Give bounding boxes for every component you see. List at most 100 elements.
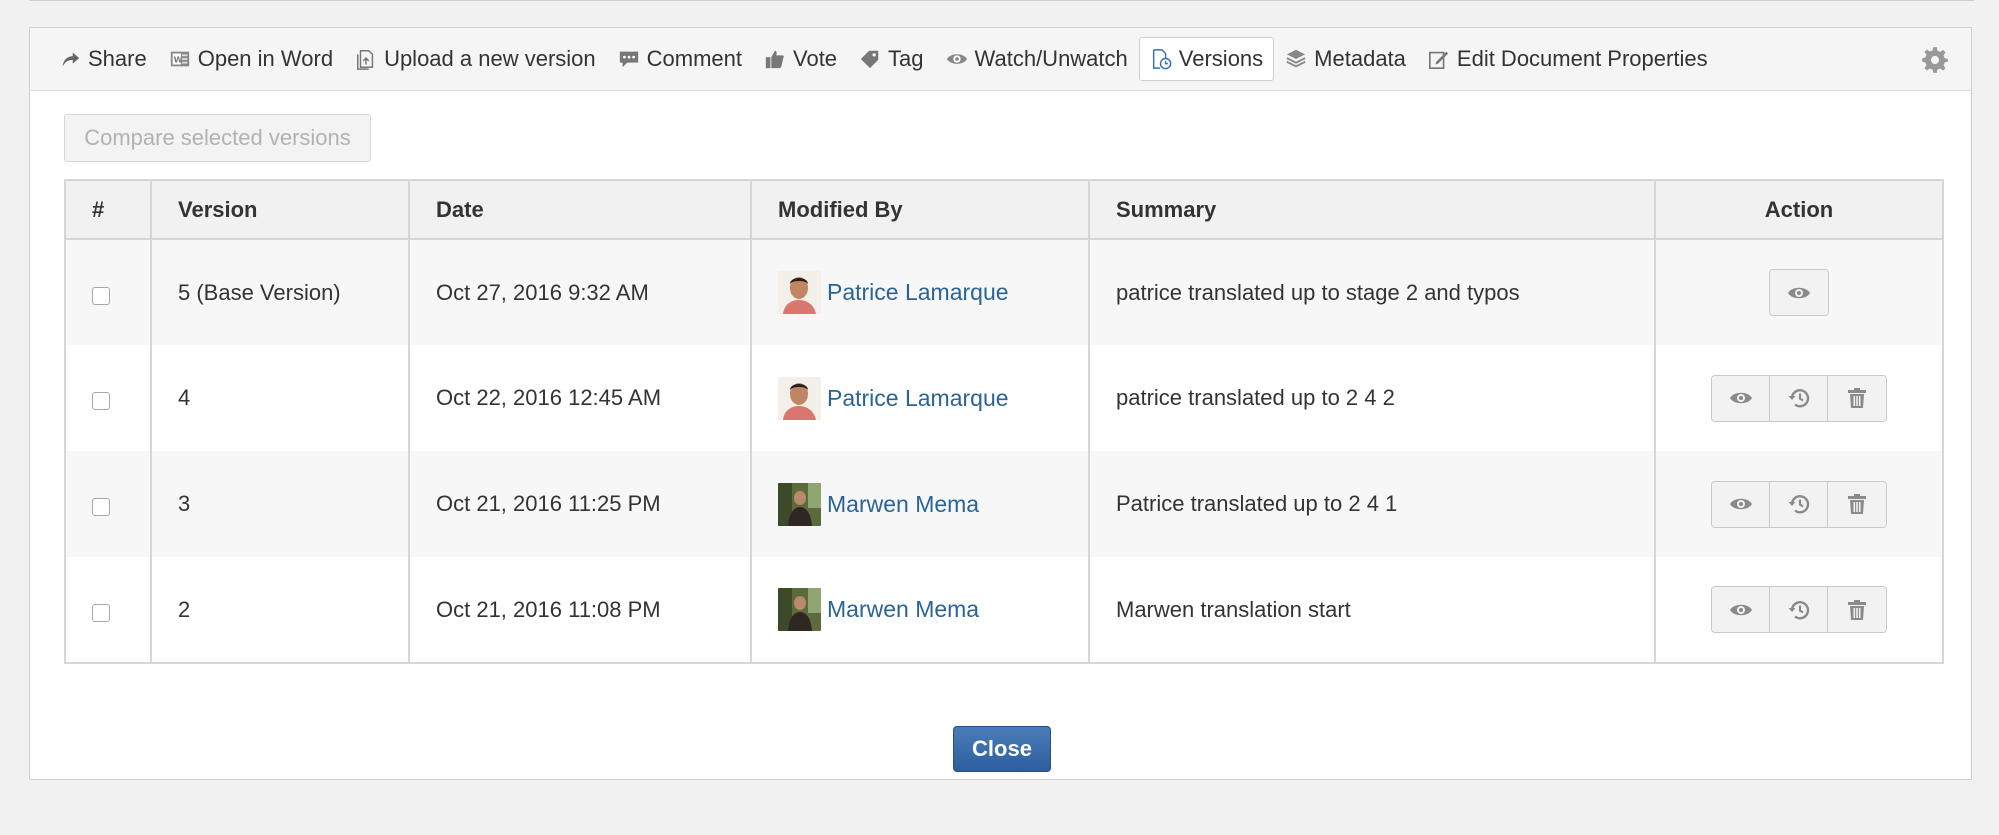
top-divider: [29, 0, 1974, 1]
table-row: 5 (Base Version) Oct 27, 2016 9:32 AM Pa…: [64, 239, 1944, 345]
date-cell: Oct 21, 2016 11:25 PM: [408, 451, 752, 557]
table-header-row: # Version Date Modified By Summary Actio…: [64, 180, 1944, 240]
tag-icon: [858, 47, 882, 71]
upload-version-icon: [354, 47, 378, 71]
row-checkbox[interactable]: [92, 392, 110, 411]
avatar: [778, 271, 821, 314]
view-version-button[interactable]: [1770, 270, 1828, 315]
date-cell: Oct 21, 2016 11:08 PM: [408, 557, 752, 663]
trash-icon: [1848, 494, 1866, 514]
comment-label: Comment: [646, 46, 742, 71]
view-version-button[interactable]: [1712, 587, 1770, 632]
column-header-modified-by: Modified By: [750, 180, 1090, 240]
metadata-icon: [1284, 47, 1308, 71]
open-in-word-label: Open in Word: [197, 46, 334, 71]
restore-version-button[interactable]: [1770, 587, 1828, 632]
vote-label: Vote: [793, 46, 838, 71]
eye-icon: [945, 47, 969, 71]
watch-unwatch-button[interactable]: Watch/Unwatch: [935, 37, 1139, 81]
versions-button[interactable]: Versions: [1138, 37, 1275, 81]
action-button-group: [1769, 269, 1829, 316]
versions-table: # Version Date Modified By Summary Actio…: [64, 179, 1944, 664]
eye-icon: [1729, 604, 1752, 615]
trash-icon: [1848, 599, 1866, 620]
modified-by-cell: Marwen Mema: [750, 451, 1090, 557]
modified-by-cell: Patrice Lamarque: [750, 345, 1090, 451]
user-link[interactable]: Marwen Mema: [827, 596, 979, 623]
view-version-button[interactable]: [1712, 481, 1770, 527]
history-icon: [1788, 600, 1809, 619]
versions-icon: [1149, 47, 1173, 71]
row-checkbox[interactable]: [92, 286, 110, 305]
history-icon: [1788, 389, 1809, 408]
comment-button[interactable]: Comment: [607, 37, 753, 81]
edit-icon: [1427, 47, 1451, 71]
share-icon: [58, 47, 82, 71]
table-row: 2 Oct 21, 2016 11:08 PM Marwen Mema Marw…: [64, 557, 1944, 663]
avatar: [778, 376, 821, 420]
date-cell: Oct 22, 2016 12:45 AM: [408, 345, 752, 451]
document-toolbar: Share W Open in Word Upload a new versio…: [30, 28, 1971, 91]
user-link[interactable]: Marwen Mema: [827, 491, 979, 518]
avatar: [778, 482, 821, 526]
thumbs-up-icon: [763, 47, 787, 71]
svg-text:W: W: [173, 55, 182, 65]
column-header-action: Action: [1654, 180, 1944, 240]
summary-cell: patrice translated up to 2 4 2: [1088, 345, 1656, 451]
table-row: 4 Oct 22, 2016 12:45 AM Patrice Lamarque…: [64, 345, 1944, 451]
view-version-button[interactable]: [1712, 375, 1770, 421]
version-cell: 5 (Base Version): [150, 239, 410, 345]
row-checkbox[interactable]: [92, 498, 110, 517]
column-header-summary: Summary: [1088, 180, 1656, 240]
edit-document-properties-button[interactable]: Edit Document Properties: [1417, 37, 1719, 81]
restore-version-button[interactable]: [1770, 375, 1828, 421]
row-select-cell: [64, 451, 152, 557]
upload-version-label: Upload a new version: [384, 46, 596, 71]
delete-version-button[interactable]: [1828, 375, 1886, 421]
action-cell: [1654, 451, 1944, 557]
column-header-version: Version: [150, 180, 410, 240]
user-link[interactable]: Patrice Lamarque: [827, 279, 1009, 306]
metadata-label: Metadata: [1314, 46, 1406, 71]
summary-cell: Marwen translation start: [1088, 557, 1656, 663]
modified-by-cell: Patrice Lamarque: [750, 239, 1090, 345]
close-button[interactable]: Close: [953, 726, 1051, 772]
metadata-button[interactable]: Metadata: [1274, 37, 1417, 81]
comment-icon: [617, 47, 641, 71]
restore-version-button[interactable]: [1770, 481, 1828, 527]
row-checkbox[interactable]: [92, 603, 110, 622]
action-button-group: [1711, 586, 1887, 633]
versions-label: Versions: [1178, 46, 1264, 71]
date-cell: Oct 27, 2016 9:32 AM: [408, 239, 752, 345]
history-icon: [1788, 495, 1809, 514]
avatar: [778, 588, 821, 631]
compare-selected-versions-button[interactable]: Compare selected versions: [64, 114, 371, 162]
summary-cell: Patrice translated up to 2 4 1: [1088, 451, 1656, 557]
version-cell: 3: [150, 451, 410, 557]
user-link[interactable]: Patrice Lamarque: [827, 385, 1009, 412]
action-cell: [1654, 345, 1944, 451]
edit-document-properties-label: Edit Document Properties: [1456, 46, 1708, 71]
version-cell: 4: [150, 345, 410, 451]
open-in-word-button[interactable]: W Open in Word: [158, 37, 344, 81]
upload-version-button[interactable]: Upload a new version: [344, 37, 607, 81]
eye-icon: [1729, 498, 1752, 510]
action-button-group: [1711, 480, 1887, 528]
watch-unwatch-label: Watch/Unwatch: [974, 46, 1128, 71]
trash-icon: [1848, 388, 1866, 408]
vote-button[interactable]: Vote: [753, 37, 848, 81]
gear-icon[interactable]: [1921, 46, 1949, 74]
version-cell: 2: [150, 557, 410, 663]
column-header-number: #: [64, 180, 152, 240]
share-label: Share: [88, 46, 147, 71]
delete-version-button[interactable]: [1828, 481, 1886, 527]
action-cell: [1654, 557, 1944, 663]
row-select-cell: [64, 239, 152, 345]
document-panel: Share W Open in Word Upload a new versio…: [29, 27, 1972, 780]
tag-button[interactable]: Tag: [848, 37, 934, 81]
delete-version-button[interactable]: [1828, 587, 1886, 632]
action-cell: [1654, 239, 1944, 345]
share-button[interactable]: Share: [48, 37, 158, 81]
modified-by-cell: Marwen Mema: [750, 557, 1090, 663]
summary-cell: patrice translated up to stage 2 and typ…: [1088, 239, 1656, 345]
